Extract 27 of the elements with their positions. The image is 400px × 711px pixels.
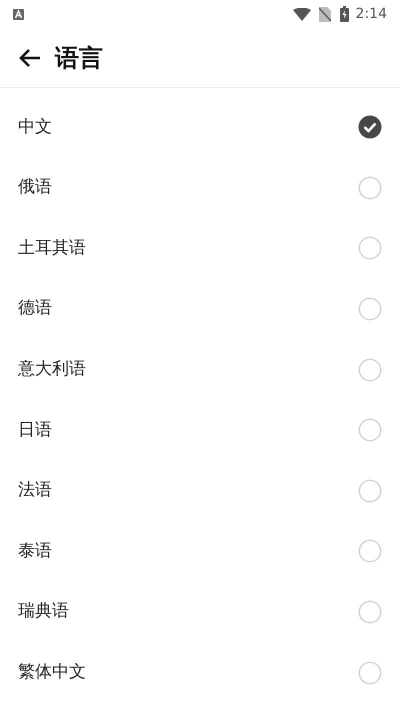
wifi-icon	[292, 8, 311, 20]
language-option[interactable]: 意大利语	[0, 339, 400, 400]
radio-button[interactable]	[358, 600, 382, 624]
radio-button[interactable]	[358, 418, 382, 442]
radio-button[interactable]	[358, 297, 382, 322]
language-option[interactable]: 德语	[0, 278, 400, 340]
page-title: 语言	[55, 42, 103, 74]
language-option[interactable]: 中文	[0, 97, 400, 158]
radio-checked-icon[interactable]	[358, 115, 382, 140]
language-option[interactable]: 土耳其语	[0, 218, 400, 279]
radio-button[interactable]	[358, 176, 382, 200]
radio-button[interactable]	[358, 660, 382, 685]
language-option[interactable]: 泰语	[0, 521, 400, 582]
radio-button[interactable]	[358, 478, 382, 503]
clock-time: 2:14	[356, 4, 387, 24]
radio-button[interactable]	[358, 539, 382, 564]
language-option[interactable]: 日语	[0, 400, 400, 461]
language-option[interactable]: 瑞典语	[0, 582, 400, 642]
back-arrow-icon	[19, 48, 41, 68]
no-sim-icon	[318, 6, 331, 22]
language-option[interactable]: 俄语	[0, 158, 400, 218]
radio-button[interactable]	[358, 236, 382, 260]
language-option[interactable]: 繁体中文	[0, 642, 400, 703]
app-notification-icon	[13, 8, 24, 20]
language-option[interactable]: 法语	[0, 460, 400, 522]
battery-charging-icon	[340, 6, 349, 22]
radio-button[interactable]	[358, 358, 382, 382]
